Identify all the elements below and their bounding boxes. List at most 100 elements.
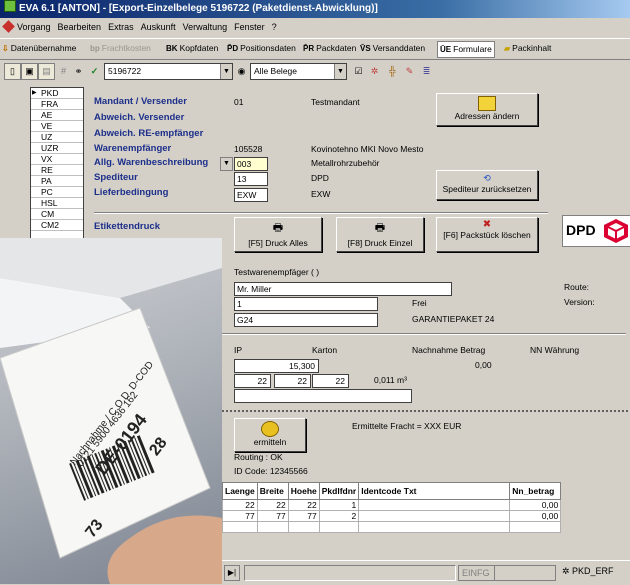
beleg-number-combo[interactable]: 5196722 ▼ <box>104 63 233 80</box>
pen-icon[interactable]: ✎ <box>401 63 418 80</box>
freight-icon: bp <box>90 44 100 53</box>
printer-icon: 🖶 <box>272 222 284 234</box>
mandant-label: Mandant / Versender <box>94 96 187 107</box>
col-nn-betrag[interactable]: Nn_betrag <box>509 482 562 500</box>
ermitteln-button[interactable]: ermitteln <box>234 418 306 452</box>
spediteur-code-field[interactable]: 13 <box>234 172 268 186</box>
list-item[interactable]: AE <box>31 110 83 121</box>
field-two[interactable]: G24 <box>234 313 378 327</box>
list-item[interactable]: RE <box>31 165 83 176</box>
chevron-down-icon[interactable]: ▼ <box>334 64 346 79</box>
list-item[interactable]: FRA <box>31 99 83 110</box>
tab-packinhalt[interactable]: ▰ Packinhalt <box>504 41 551 56</box>
filter-combo[interactable]: Alle Belege ▼ <box>250 63 347 80</box>
menu-bearbeiten[interactable]: Bearbeiten <box>58 22 102 32</box>
dimension-length-field[interactable]: 22 <box>234 374 271 388</box>
etikettendruck-label: Etikettendruck <box>94 221 160 232</box>
liefer-code-field[interactable]: EXW <box>234 188 268 202</box>
positions-icon: P̄D <box>227 44 239 53</box>
adressen-aendern-button[interactable]: Adressen ändern <box>436 93 538 126</box>
section-list[interactable]: PKD FRA AE VE UZ UZR VX RE PA PC HSL CM … <box>30 87 84 259</box>
warenempfaenger-label: Warenempfänger <box>94 143 172 154</box>
list-item[interactable]: VX <box>31 154 83 165</box>
liefer-name: EXW <box>311 189 331 199</box>
spediteur-label: Spediteur <box>94 172 138 183</box>
list-item[interactable]: HSL <box>31 198 83 209</box>
radio-icon[interactable]: ◉ <box>233 63 250 80</box>
list-item[interactable]: CM <box>31 209 83 220</box>
tab-datenuebernahme[interactable]: ⇩ Datenübernahme <box>2 41 76 56</box>
mandant-name: Testmandant <box>311 97 360 107</box>
chevron-down-icon[interactable]: ▼ <box>220 64 232 79</box>
chevron-down-icon[interactable]: ▼ <box>220 157 233 171</box>
dimension-height-field[interactable]: 22 <box>312 374 349 388</box>
col-pkdlfdnr[interactable]: Pkdlfdnr <box>318 482 360 500</box>
tab-packdaten[interactable]: P̄R Packdaten <box>303 41 356 56</box>
packstueck-loeschen-button[interactable]: ✖ [F6] Packstück löschen <box>436 217 538 252</box>
allg-code-field[interactable]: 003 <box>234 157 268 171</box>
binoculars-icon[interactable]: ⚭ <box>70 63 87 80</box>
tab-versanddaten[interactable]: V̄S Versanddaten <box>360 41 425 56</box>
tab-formulare[interactable]: ŪE Formulare <box>437 41 495 58</box>
menu-extras[interactable]: Extras <box>108 22 134 32</box>
druck-alles-button[interactable]: 🖶 [F5] Druck Alles <box>234 217 322 252</box>
menu-vorgang[interactable]: Vorgang <box>17 22 51 32</box>
col-laenge[interactable]: Laenge <box>222 482 258 500</box>
col-identcode[interactable]: Identcode Txt <box>358 482 511 500</box>
label-printer-photo: Nachnahme / C.O.D. D-COD 0121 5900 4636 … <box>0 238 222 584</box>
frei-label: Frei <box>412 298 427 308</box>
spediteur-zuruecksetzen-button[interactable]: ⟲ Spediteur zurücksetzen <box>436 170 538 200</box>
insert-mode-indicator: EINFG <box>458 565 495 581</box>
status-panel <box>494 565 556 581</box>
status-bar: ▶| EINFG ✲ PKD_ERF <box>222 560 630 585</box>
window-title: EVA 6.1 [ANTON] - [Export-Einzelbelege 5… <box>19 3 378 14</box>
list-item[interactable]: VE <box>31 121 83 132</box>
tools-icon[interactable]: ✲ <box>366 63 383 80</box>
import-icon: ⇩ <box>2 44 9 53</box>
menu-fenster[interactable]: Fenster <box>234 22 265 32</box>
field-one[interactable]: 1 <box>234 297 378 311</box>
menu-verwaltung[interactable]: Verwaltung <box>183 22 228 32</box>
check-icon[interactable]: ✓ <box>86 63 103 80</box>
druck-einzel-button[interactable]: 🖶 [F8] Druck Einzel <box>336 217 424 252</box>
print-preview-icon[interactable]: ▤ <box>38 63 55 80</box>
table-row[interactable]: 77 77 77 2 0,00 <box>222 510 562 522</box>
karton-label: Karton <box>312 345 338 355</box>
list-item[interactable]: PKD <box>31 88 83 99</box>
col-breite[interactable]: Breite <box>256 482 289 500</box>
tab-positionsdaten[interactable]: P̄D Positionsdaten <box>227 41 296 56</box>
record-nav-icon[interactable]: ▶| <box>224 565 240 581</box>
checkbox-icon[interactable]: ☑ <box>350 63 367 80</box>
dimension-width-field[interactable]: 22 <box>274 374 311 388</box>
dotted-divider <box>222 410 628 412</box>
list-item[interactable]: PC <box>31 187 83 198</box>
tab-kopfdaten[interactable]: BK Kopfdaten <box>166 41 218 56</box>
nachnahme-label: Nachnahme Betrag <box>412 345 486 355</box>
list-item[interactable]: PA <box>31 176 83 187</box>
volume-value: 0,011 m³ <box>374 375 407 385</box>
menu-auskunft[interactable]: Auskunft <box>141 22 176 32</box>
packstueck-table[interactable]: Laenge Breite Hoehe Pkdlfdnr Identcode T… <box>222 482 562 533</box>
weight-field[interactable]: 15,300 <box>234 359 319 373</box>
table-row[interactable] <box>222 521 562 533</box>
list-item[interactable]: UZ <box>31 132 83 143</box>
list-icon[interactable]: ≣ <box>418 63 435 80</box>
name-field[interactable]: Mr. Miller <box>234 282 452 296</box>
delete-icon: ✖ <box>482 219 492 230</box>
table-row[interactable]: 22 22 22 1 0,00 <box>222 499 562 511</box>
list-item[interactable]: CM2 <box>31 220 83 231</box>
new-doc-icon[interactable]: ▯ <box>4 63 21 80</box>
menu-help[interactable]: ? <box>272 22 277 32</box>
save-icon[interactable]: ▣ <box>21 63 38 80</box>
status-tag: ✲ PKD_ERF <box>562 566 614 576</box>
extra-field[interactable] <box>234 389 412 403</box>
warenempfaenger-number: 105528 <box>234 144 263 154</box>
tab-frachtkosten[interactable]: bp Frachtkosten <box>90 41 151 56</box>
branch-icon[interactable]: ╬ <box>384 63 401 80</box>
tools-icon: ✲ <box>562 566 573 576</box>
col-hoehe[interactable]: Hoehe <box>287 482 320 500</box>
testwarenempfaenger-label: Testwarenempfäger ( ) <box>234 267 320 277</box>
toolbar: ▯ ▣ ▤ # ⚭ ✓ 5196722 ▼ ◉ Alle Belege ▼ ☑ ✲ … <box>0 60 630 82</box>
nn-waehrung-label: NN Währung <box>530 345 580 355</box>
list-item[interactable]: UZR <box>31 143 83 154</box>
